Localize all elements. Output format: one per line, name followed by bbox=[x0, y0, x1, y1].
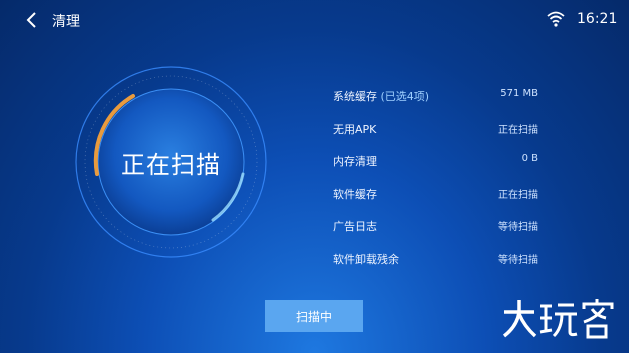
item-label: 内存清理 bbox=[333, 155, 377, 168]
item-value: 571 MB bbox=[500, 88, 538, 99]
item-value: 等待扫描 bbox=[498, 254, 538, 266]
item-hint: (已选4项) bbox=[380, 90, 430, 103]
clean-item-list: 系统缓存 (已选4项) 571 MB 无用APK 正在扫描 内存清理 0 B 软… bbox=[333, 86, 541, 281]
chevron-left-icon bbox=[26, 12, 36, 28]
item-label: 系统缓存 bbox=[333, 90, 377, 103]
item-label: 软件卸载残余 bbox=[333, 252, 399, 266]
list-item[interactable]: 内存清理 0 B bbox=[333, 151, 541, 184]
item-label: 广告日志 bbox=[333, 220, 377, 233]
list-item[interactable]: 广告日志 等待扫描 bbox=[333, 216, 541, 249]
item-value: 0 B bbox=[521, 153, 538, 164]
scan-progress-ring: 正在扫描 bbox=[73, 64, 269, 260]
status-time: 16:21 bbox=[577, 11, 618, 27]
list-item[interactable]: 软件缓存 正在扫描 bbox=[333, 184, 541, 217]
page-title: 清理 bbox=[52, 14, 80, 30]
back-button[interactable] bbox=[22, 10, 42, 30]
wifi-icon bbox=[547, 11, 565, 27]
item-value: 等待扫描 bbox=[498, 222, 538, 233]
item-label: 无用APK bbox=[333, 122, 377, 136]
watermark-logo bbox=[500, 296, 618, 340]
list-item[interactable]: 软件卸载残余 等待扫描 bbox=[333, 249, 541, 282]
scanning-button[interactable]: 扫描中 bbox=[265, 300, 363, 332]
item-value: 正在扫描 bbox=[498, 189, 538, 201]
scan-status-text: 正在扫描 bbox=[121, 150, 221, 179]
item-value: 正在扫描 bbox=[498, 124, 538, 136]
top-bar: 清理 16:21 bbox=[0, 0, 629, 40]
list-item[interactable]: 系统缓存 (已选4项) 571 MB bbox=[333, 86, 541, 119]
item-label: 软件缓存 bbox=[333, 187, 377, 201]
list-item[interactable]: 无用APK 正在扫描 bbox=[333, 119, 541, 152]
